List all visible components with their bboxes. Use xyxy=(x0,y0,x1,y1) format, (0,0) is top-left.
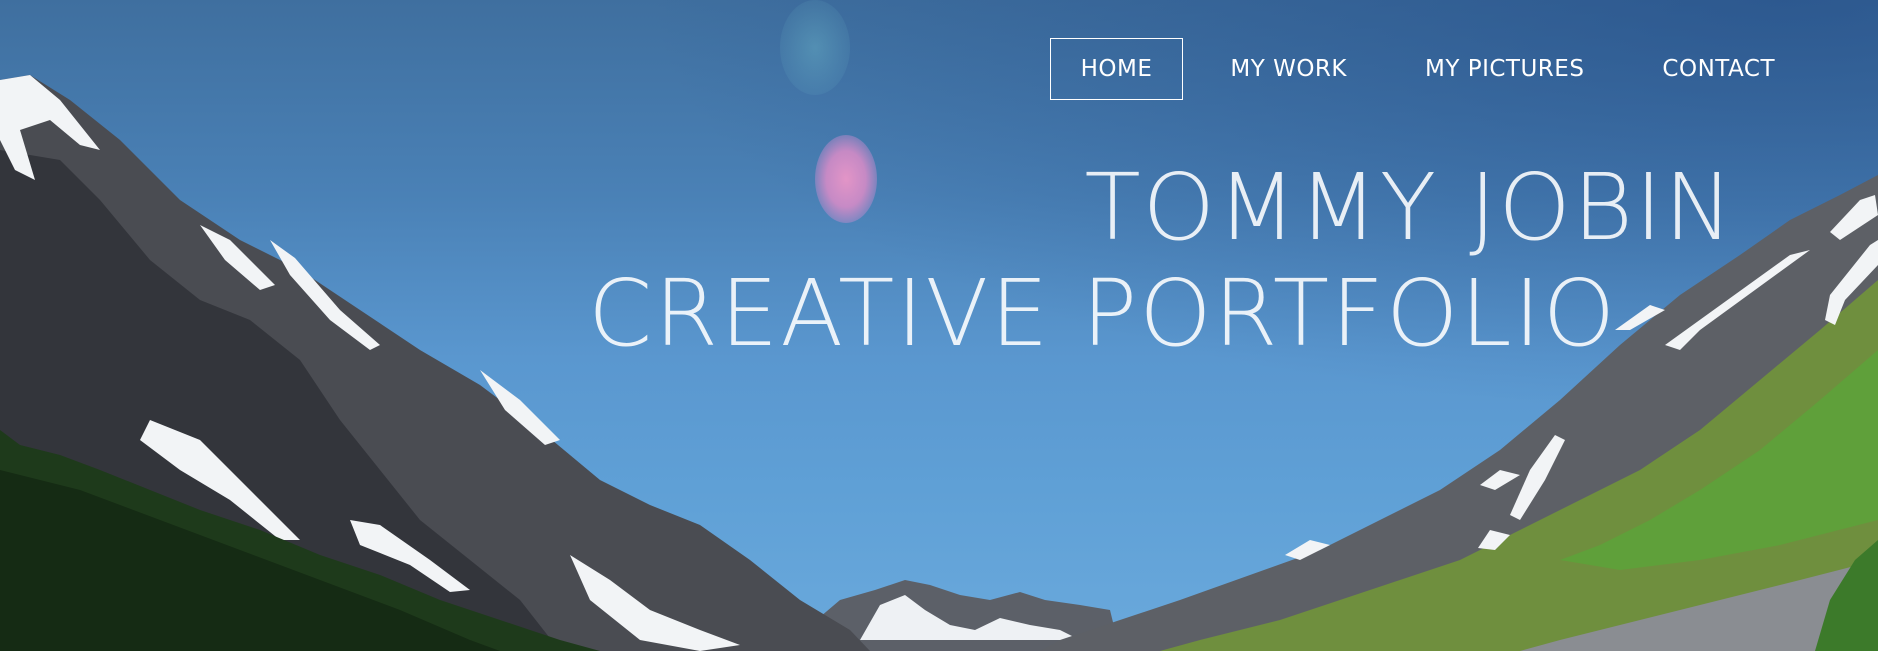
lens-flare xyxy=(815,135,877,223)
hero-title: TOMMY JOBIN xyxy=(1084,154,1735,261)
main-nav: HOME MY WORK MY PICTURES CONTACT xyxy=(1034,38,1806,100)
lens-flare xyxy=(780,0,850,95)
nav-my-pictures[interactable]: MY PICTURES xyxy=(1394,38,1615,100)
hero-section: HOME MY WORK MY PICTURES CONTACT TOMMY J… xyxy=(0,0,1878,651)
nav-home[interactable]: HOME xyxy=(1049,38,1184,100)
hero-subtitle: CREATIVE PORTFOLIO xyxy=(588,260,1618,367)
nav-contact[interactable]: CONTACT xyxy=(1631,38,1806,100)
nav-my-work[interactable]: MY WORK xyxy=(1199,38,1378,100)
